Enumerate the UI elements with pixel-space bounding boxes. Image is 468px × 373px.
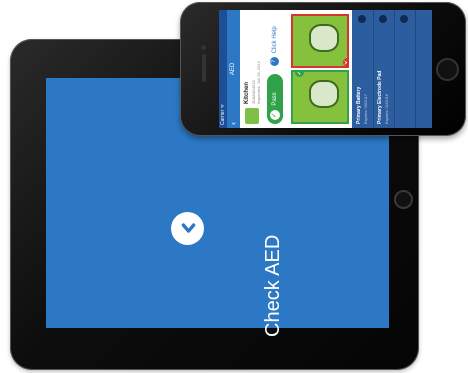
close-icon: ✕ — [343, 58, 349, 67]
nav-bar: ‹ AED — [227, 10, 240, 128]
phone-home-button[interactable] — [436, 58, 459, 81]
list-item-title: Primary Battery — [356, 86, 362, 124]
aed-indicator-image — [309, 24, 339, 52]
aed-indicator-image — [309, 80, 339, 108]
item-inspected-date: Inspected: Jun 28, 2014 — [256, 61, 261, 104]
check-icon: ✓ — [270, 110, 280, 120]
list-item-title: Primary Electrode Pad — [377, 70, 383, 124]
status-dot-icon — [358, 15, 366, 23]
phone-device: Carrier ᯤ ‹ AED Kitchen 2K8A0D4532 Inspe… — [180, 2, 466, 136]
component-list: Primary Battery Expires: 09/2017 Primary… — [352, 10, 432, 128]
phone-speaker — [202, 54, 206, 82]
aed-app: Carrier ᯤ ‹ AED Kitchen 2K8A0D4532 Inspe… — [219, 10, 432, 128]
list-item-subtitle: Expires: 01/2016 — [384, 93, 389, 124]
status-dot-icon — [400, 15, 408, 23]
chevron-right-icon — [181, 223, 196, 233]
photo-fail[interactable]: ✕ — [291, 14, 349, 68]
phone-camera — [201, 45, 206, 50]
check-icon: ✓ — [295, 70, 304, 77]
list-item[interactable]: Primary Battery Expires: 09/2017 — [352, 10, 374, 128]
check-aed-label: Check AED — [262, 234, 284, 337]
status-dot-icon — [379, 15, 387, 23]
nav-title: AED — [230, 62, 236, 76]
help-label: Click Help — [272, 26, 278, 54]
action-row: ✓ Pass ? Click Help — [267, 14, 283, 124]
phone-screen: Carrier ᯤ ‹ AED Kitchen 2K8A0D4532 Inspe… — [219, 10, 432, 128]
help-button[interactable]: ? Click Help — [267, 14, 283, 66]
photo-comparison: ✓ ✕ — [288, 10, 352, 128]
pass-label: Pass — [272, 92, 278, 106]
item-card: Kitchen 2K8A0D4532 Inspected: Jun 28, 20… — [240, 10, 289, 128]
tablet-home-button[interactable] — [394, 190, 413, 209]
photo-pass[interactable]: ✓ — [291, 70, 349, 124]
pass-button[interactable]: ✓ Pass — [267, 74, 283, 124]
check-aed-button[interactable] — [171, 212, 204, 245]
question-icon: ? — [269, 57, 279, 66]
list-item-subtitle: Expires: 09/2017 — [363, 93, 368, 124]
list-item[interactable]: Primary Electrode Pad Expires: 01/2016 — [373, 10, 395, 128]
item-name: Kitchen — [244, 81, 250, 104]
item-thumbnail — [245, 108, 259, 124]
status-bar: Carrier ᯤ — [219, 10, 227, 128]
list-item[interactable] — [394, 10, 416, 128]
